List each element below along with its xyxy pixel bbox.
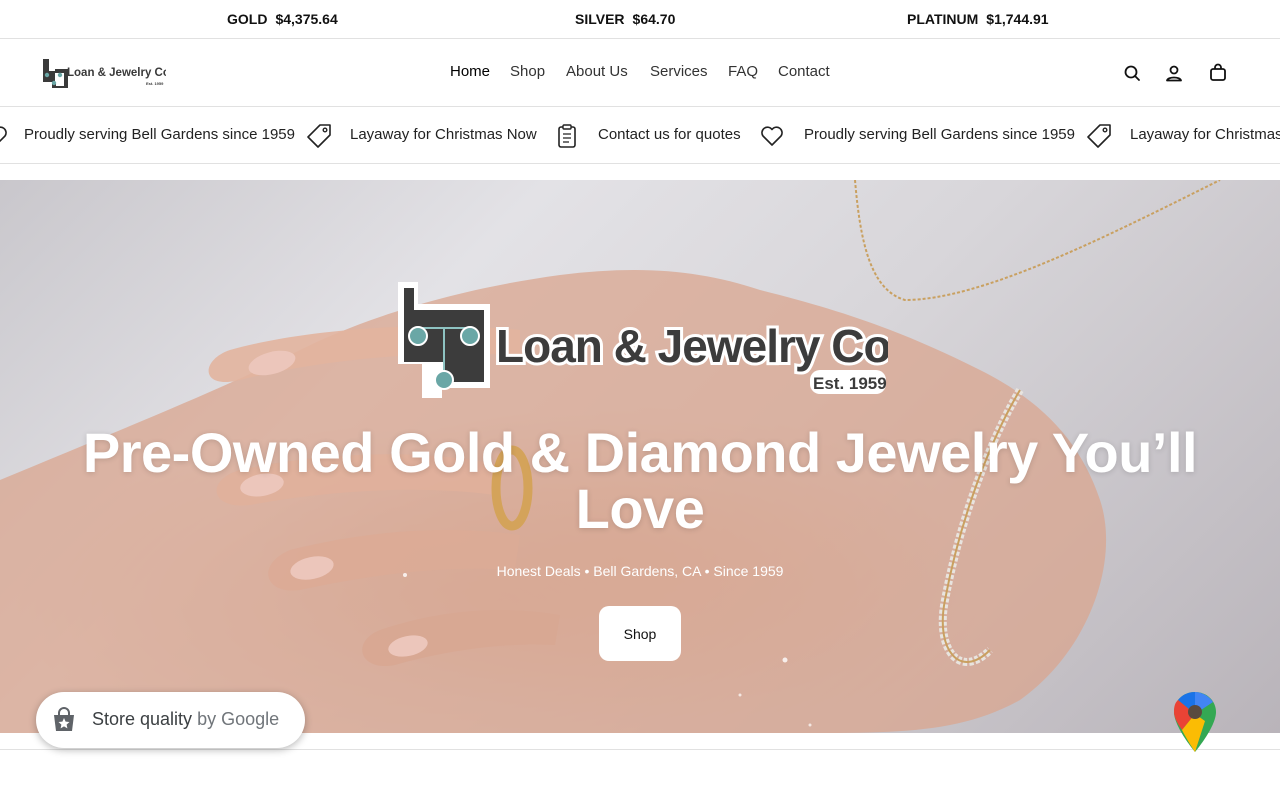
hero-logo: Loan & Jewelry Co. Est. 1959 [398,282,888,398]
nav-home[interactable]: Home [450,63,490,80]
google-maps-pin-icon[interactable] [1172,690,1218,754]
nav-faq[interactable]: FAQ [728,63,758,80]
logo-text: Loan & Jewelry Co. [67,67,166,79]
announcement-text: Proudly serving Bell Gardens since 1959 [804,126,1075,143]
nav-about-us[interactable]: About Us [566,63,628,80]
metal-price: $1,744.91 [986,11,1049,27]
badge-by: by Google [192,709,280,729]
hero-title: Pre-Owned Gold & Diamond Jewelry You’ll … [82,421,1198,540]
cart-icon[interactable] [1206,61,1230,85]
nav-contact[interactable]: Contact [778,63,830,80]
metal-price: $64.70 [632,11,676,27]
nav-shop[interactable]: Shop [510,63,545,80]
hero-logo-est: Est. 1959 [813,374,887,393]
announcement-text: Proudly serving Bell Gardens since 1959 [24,126,295,143]
hero-subtitle: Honest Deals • Bell Gardens, CA • Since … [496,563,784,579]
metal-price-silver: SILVER $64.70 [575,11,675,27]
announcement-text: Contact us for quotes [598,126,741,143]
metal-price-platinum: PLATINUM $1,744.91 [907,11,1049,27]
logo-mark-icon: Loan & Jewelry Co. Est. 1959 [43,59,173,90]
hero-logo-text: Loan & Jewelry Co. [496,320,888,372]
shopping-bag-star-icon [50,706,78,734]
heart-icon [0,122,10,150]
site-header: Loan & Jewelry Co. Est. 1959 Home Shop A… [0,39,1280,107]
metal-price-gold: GOLD $4,375.64 [227,11,338,27]
badge-label: Store quality by Google [92,709,279,730]
announcement-text: Layaway for Christmas Now [350,126,537,143]
badge-title: Store quality [92,709,193,729]
site-logo[interactable]: Loan & Jewelry Co. Est. 1959 [42,58,173,90]
google-store-quality-badge[interactable]: Store quality by Google [36,692,305,748]
hero-shop-button[interactable]: Shop [599,606,681,661]
tag-icon [305,122,333,150]
search-icon[interactable] [1120,61,1144,85]
metal-price: $4,375.64 [275,11,338,27]
section-divider [0,749,1280,750]
metal-price-bar: GOLD $4,375.64 SILVER $64.70 PLATINUM $1,74… [0,0,1280,39]
account-icon[interactable] [1162,61,1186,85]
announcement-text: Layaway for Christmas [1130,126,1280,143]
metal-name: PLATINUM [907,11,979,27]
clipboard-icon [553,122,581,150]
nav-services[interactable]: Services [650,63,708,80]
metal-name: SILVER [575,11,625,27]
announcement-bar: Proudly serving Bell Gardens since 1959 … [0,107,1280,164]
metal-name: GOLD [227,11,268,27]
heart-icon [758,122,786,150]
tag-icon [1085,122,1113,150]
hero-banner: Loan & Jewelry Co. Est. 1959 Pre-Owned G… [0,180,1280,733]
logo-est: Est. 1959 [146,81,164,86]
